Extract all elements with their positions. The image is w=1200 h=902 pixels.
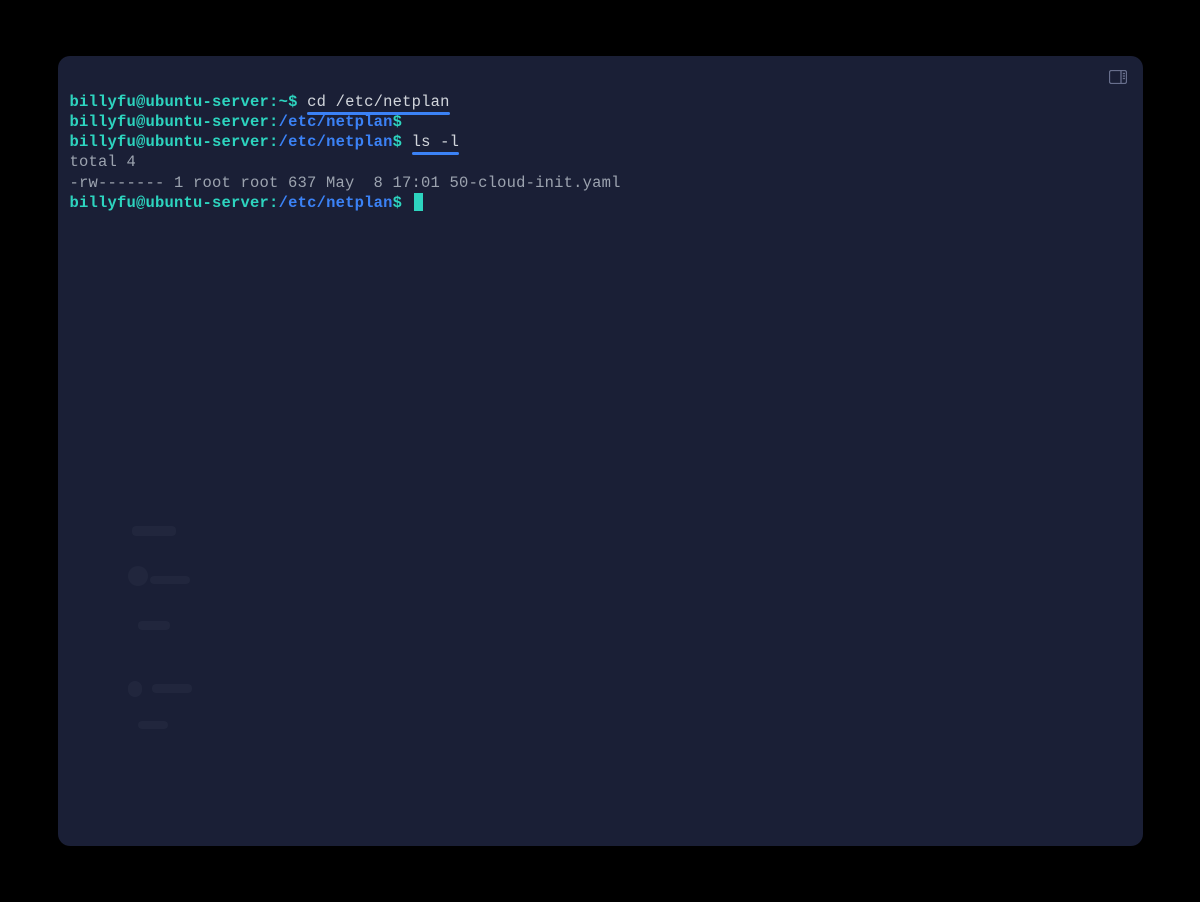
- prompt-dollar: $: [288, 93, 298, 111]
- terminal-cursor: [414, 193, 423, 211]
- prompt-dollar: $: [393, 113, 403, 131]
- prompt-path-home: ~: [279, 93, 289, 111]
- prompt-dollar: $: [393, 194, 403, 212]
- prompt-path-netplan: /etc/netplan: [279, 113, 393, 131]
- annotation-underline-cd: cd /etc/netplan: [307, 92, 450, 112]
- terminal-line-3: billyfu@ubuntu-server:/etc/netplan$ ls -…: [70, 132, 1131, 152]
- command-ls: ls -l: [402, 133, 459, 151]
- terminal-window[interactable]: billyfu@ubuntu-server:~$ cd /etc/netplan…: [58, 56, 1143, 846]
- output-total: total 4: [70, 152, 1131, 172]
- prompt-colon: :: [269, 93, 279, 111]
- prompt-userhost: billyfu@ubuntu-server: [70, 93, 270, 111]
- prompt-userhost: billyfu@ubuntu-server: [70, 133, 270, 151]
- prompt-userhost: billyfu@ubuntu-server: [70, 194, 270, 212]
- prompt-colon: :: [269, 113, 279, 131]
- terminal-line-6: billyfu@ubuntu-server:/etc/netplan$: [70, 193, 1131, 213]
- prompt-userhost: billyfu@ubuntu-server: [70, 113, 270, 131]
- prompt-path-netplan: /etc/netplan: [279, 133, 393, 151]
- annotation-underline-ls: ls -l: [412, 132, 460, 152]
- terminal-content[interactable]: billyfu@ubuntu-server:~$ cd /etc/netplan…: [70, 92, 1131, 213]
- background-artifact: [128, 526, 198, 736]
- prompt-dollar: $: [393, 133, 403, 151]
- prompt-path-netplan: /etc/netplan: [279, 194, 393, 212]
- prompt-colon: :: [269, 194, 279, 212]
- terminal-line-1: billyfu@ubuntu-server:~$ cd /etc/netplan: [70, 92, 1131, 112]
- output-listing: -rw------- 1 root root 637 May 8 17:01 5…: [70, 173, 1131, 193]
- window-panel-icon[interactable]: [1109, 70, 1127, 89]
- terminal-line-2: billyfu@ubuntu-server:/etc/netplan$: [70, 112, 1131, 132]
- prompt-colon: :: [269, 133, 279, 151]
- command-cd: cd /etc/netplan: [298, 93, 450, 111]
